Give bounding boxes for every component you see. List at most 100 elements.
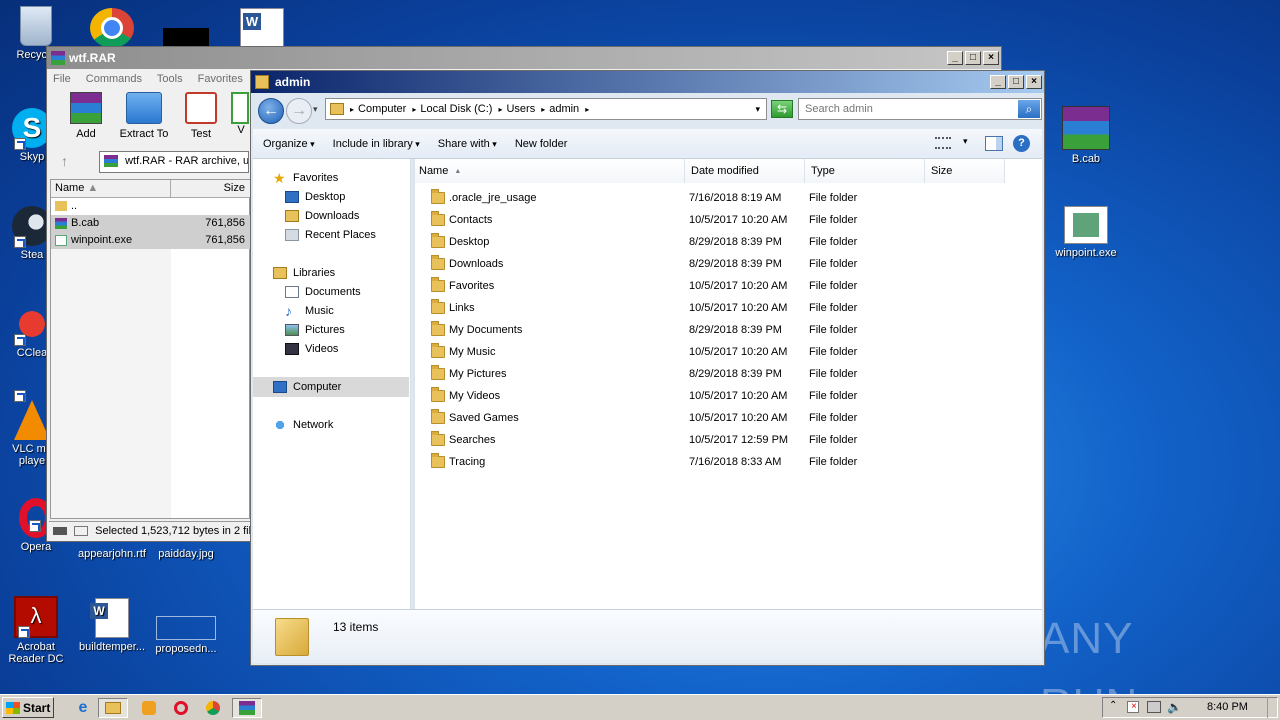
view-dropdown-icon[interactable]: ▾ xyxy=(963,136,968,147)
nav-favorites[interactable]: ★ Favorites xyxy=(273,169,338,187)
start-button[interactable]: Start xyxy=(2,697,54,718)
menu-tools[interactable]: Tools xyxy=(157,73,183,85)
media-player-taskbar-icon[interactable] xyxy=(136,698,162,718)
maximize-button[interactable]: □ xyxy=(965,51,981,65)
desktop-icon-buildtemper[interactable]: W buildtemper... xyxy=(74,598,150,653)
list-item[interactable]: Downloads 8/29/2018 8:39 PM File folder xyxy=(413,253,1042,275)
action-center-icon[interactable]: × xyxy=(1127,701,1139,713)
column-name-header[interactable]: Name ▲ xyxy=(413,159,685,183)
ie-taskbar-icon[interactable]: e xyxy=(70,698,96,718)
breadcrumb-local-disk[interactable]: Local Disk (C:) xyxy=(420,103,492,115)
breadcrumb-admin[interactable]: admin xyxy=(549,103,579,115)
desktop-icon-label: CClea xyxy=(16,347,48,359)
word-doc-icon[interactable]: W xyxy=(240,8,284,48)
extract-to-button[interactable]: Extract To xyxy=(115,92,173,140)
clock[interactable]: 8:40 PM xyxy=(1207,701,1248,713)
list-item[interactable]: Contacts 10/5/2017 10:20 AM File folder xyxy=(413,209,1042,231)
view-options-icon[interactable] xyxy=(935,137,951,149)
list-item[interactable]: Links 10/5/2017 10:20 AM File folder xyxy=(413,297,1042,319)
list-item[interactable]: My Videos 10/5/2017 10:20 AM File folder xyxy=(413,385,1042,407)
list-item-parent[interactable]: .. xyxy=(51,198,251,215)
desktop-icon-b-cab[interactable]: B.cab xyxy=(1048,106,1124,165)
column-name-header[interactable]: Name ▲ xyxy=(51,180,171,198)
explorer-taskbar-button[interactable] xyxy=(98,698,128,718)
network-tray-icon[interactable] xyxy=(1147,701,1161,713)
menu-commands[interactable]: Commands xyxy=(86,73,142,85)
nav-downloads[interactable]: Downloads xyxy=(285,207,359,225)
minimize-button[interactable]: _ xyxy=(990,75,1006,89)
explorer-titlebar[interactable]: admin _ □ × xyxy=(251,71,1044,93)
nav-desktop[interactable]: Desktop xyxy=(285,188,345,206)
breadcrumb-users[interactable]: Users xyxy=(506,103,535,115)
nav-libraries[interactable]: Libraries xyxy=(273,264,335,282)
desktop-icon-winpoint[interactable]: winpoint.exe xyxy=(1048,206,1124,259)
list-item[interactable]: Desktop 8/29/2018 8:39 PM File folder xyxy=(413,231,1042,253)
address-history-dropdown[interactable]: ▾ xyxy=(755,104,760,115)
desktop-icon-label: Stea xyxy=(20,249,44,261)
search-icon[interactable]: ⌕ xyxy=(1018,100,1040,118)
winrar-titlebar[interactable]: wtf.RAR _ □ × xyxy=(47,47,1001,69)
chrome-icon[interactable] xyxy=(90,8,134,48)
list-item[interactable]: Tracing 7/16/2018 8:33 AM File folder xyxy=(413,451,1042,473)
list-item-b-cab[interactable]: B.cab 761,856 xyxy=(51,215,251,232)
column-size-header[interactable]: Size xyxy=(925,159,1005,183)
share-with-button[interactable]: Share with xyxy=(438,138,497,150)
nav-recent-places[interactable]: Recent Places xyxy=(285,226,376,244)
close-button[interactable]: × xyxy=(983,51,999,65)
breadcrumb-computer[interactable]: Computer xyxy=(358,103,406,115)
back-button[interactable]: ← xyxy=(258,98,284,124)
view-button[interactable]: V xyxy=(231,92,251,136)
new-folder-button[interactable]: New folder xyxy=(515,138,568,150)
search-input[interactable] xyxy=(799,99,1017,119)
desktop-icon-label: paidday.jpg xyxy=(158,548,214,560)
list-item[interactable]: .oracle_jre_usage 7/16/2018 8:19 AM File f… xyxy=(413,187,1042,209)
nav-computer[interactable]: Computer xyxy=(273,378,341,396)
nav-videos[interactable]: Videos xyxy=(285,340,338,358)
maximize-button[interactable]: □ xyxy=(1008,75,1024,89)
list-item[interactable]: My Documents 8/29/2018 8:39 PM File folder xyxy=(413,319,1042,341)
menu-file[interactable]: File xyxy=(53,73,71,85)
list-item[interactable]: Favorites 10/5/2017 10:20 AM File folder xyxy=(413,275,1042,297)
column-date-header[interactable]: Date modified xyxy=(685,159,805,183)
desktop-icon-paidday[interactable]: paidday.jpg xyxy=(148,548,224,560)
list-item[interactable]: My Pictures 8/29/2018 8:39 PM File folder xyxy=(413,363,1042,385)
desktop-icon-proposedn[interactable]: proposedn... xyxy=(148,598,224,655)
include-in-library-button[interactable]: Include in library xyxy=(333,138,420,150)
list-item[interactable]: Searches 10/5/2017 12:59 PM File folder xyxy=(413,429,1042,451)
volume-icon[interactable]: 🔈 xyxy=(1167,700,1182,714)
item-name: My Music xyxy=(449,346,496,358)
refresh-button[interactable]: ⇆ xyxy=(771,100,793,118)
chrome-taskbar-icon[interactable] xyxy=(200,698,226,718)
minimize-button[interactable]: _ xyxy=(947,51,963,65)
list-item[interactable]: My Music 10/5/2017 10:20 AM File folder xyxy=(413,341,1042,363)
address-bar[interactable]: ▸ Computer ▸ Local Disk (C:) ▸ Users ▸ a… xyxy=(325,98,767,120)
add-button[interactable]: Add xyxy=(60,92,112,140)
close-button[interactable]: × xyxy=(1026,75,1042,89)
column-type-header[interactable]: Type xyxy=(805,159,925,183)
nav-pictures[interactable]: Pictures xyxy=(285,321,345,339)
nav-network[interactable]: Network xyxy=(273,416,333,434)
column-size-header[interactable]: Size xyxy=(171,180,251,198)
item-type: File folder xyxy=(809,456,858,468)
desktop-icon-acrobat[interactable]: λ Acrobat Reader DC xyxy=(0,596,74,665)
show-desktop-button[interactable] xyxy=(1267,697,1277,718)
list-item[interactable]: Saved Games 10/5/2017 10:20 AM File folder xyxy=(413,407,1042,429)
nav-music[interactable]: ♪ Music xyxy=(285,302,334,320)
desktop-icon-appearjohn[interactable]: appearjohn.rtf xyxy=(74,548,150,560)
opera-taskbar-icon[interactable] xyxy=(168,698,194,718)
winrar-taskbar-button[interactable] xyxy=(232,698,262,718)
winrar-path-field[interactable]: wtf.RAR - RAR archive, ur xyxy=(99,151,249,173)
list-item-winpoint[interactable]: winpoint.exe 761,856 xyxy=(51,232,251,249)
forward-button[interactable]: → xyxy=(286,98,312,124)
preview-pane-icon[interactable] xyxy=(985,136,1003,151)
recent-pages-dropdown[interactable]: ▾ xyxy=(313,104,318,115)
black-app-icon[interactable] xyxy=(163,28,209,48)
test-button[interactable]: Test xyxy=(175,92,227,140)
tray-expand-icon[interactable]: ⌃ xyxy=(1109,700,1117,711)
search-box[interactable]: ⌕ xyxy=(798,98,1042,120)
menu-favorites[interactable]: Favorites xyxy=(198,73,243,85)
help-icon[interactable]: ? xyxy=(1013,135,1030,152)
nav-documents[interactable]: Documents xyxy=(285,283,361,301)
up-arrow-icon[interactable]: ↑ xyxy=(61,153,68,169)
organize-button[interactable]: Organize xyxy=(263,138,315,150)
